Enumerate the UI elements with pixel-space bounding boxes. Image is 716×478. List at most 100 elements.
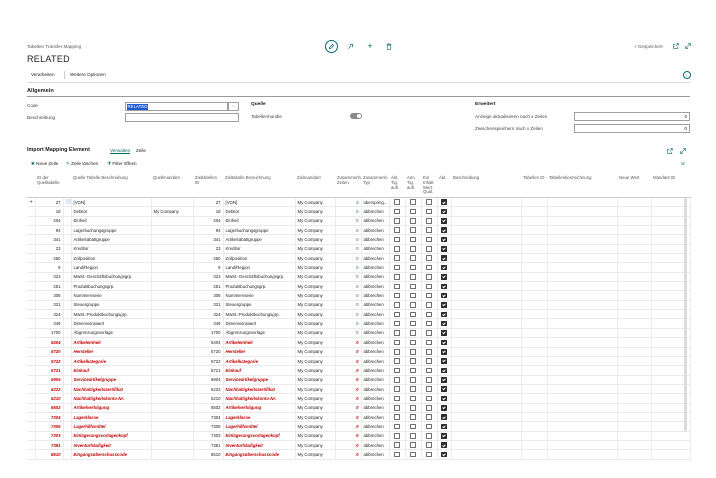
cell-target-desc[interactable]: Lagerbuchungsgruppe: [223, 225, 296, 236]
cell-target-desc[interactable]: Land/Region: [223, 262, 296, 273]
cell-new-value[interactable]: [617, 328, 652, 339]
checkbox[interactable]: [410, 227, 416, 234]
cell-new-value[interactable]: [617, 300, 652, 311]
cell-related-lines[interactable]: 0: [335, 262, 362, 273]
cell-active[interactable]: [437, 337, 452, 348]
cell-target-id[interactable]: 5721: [193, 365, 224, 376]
cell-row-menu[interactable]: [63, 309, 72, 320]
checkbox[interactable]: [394, 367, 400, 374]
checkbox[interactable]: [441, 227, 447, 234]
cell-description[interactable]: [451, 309, 522, 320]
cell-target-company[interactable]: My Company: [295, 356, 336, 367]
table-row[interactable]: 18 Debitor My Company 18 Debitor My Company 0 a…: [27, 206, 691, 217]
cell-flag-1[interactable]: [389, 318, 406, 329]
tab-weitere-optionen[interactable]: Weitere Optionen: [70, 72, 106, 77]
cell-related-lines[interactable]: 0: [335, 253, 362, 264]
cell-flag-2[interactable]: [405, 440, 422, 451]
cell-target-company[interactable]: My Company: [295, 272, 336, 283]
cell-active[interactable]: [437, 206, 452, 217]
cell-flag-2[interactable]: [405, 281, 422, 292]
col-flag-2[interactable]: Ann. Tig. aufl.: [405, 175, 421, 198]
info-icon[interactable]: i: [683, 71, 691, 79]
cell-table-desc[interactable]: [547, 356, 618, 367]
cell-related-type[interactable]: abbrechen: [361, 337, 390, 348]
cell-target-company[interactable]: My Company: [295, 225, 336, 236]
cell-flag-1[interactable]: [389, 421, 406, 432]
cell-flag-1[interactable]: [389, 300, 406, 311]
tab-zeile[interactable]: Zeile: [136, 148, 146, 153]
share-icon[interactable]: [345, 41, 355, 51]
cell-target-id[interactable]: 23: [193, 244, 224, 255]
cell-flag-1[interactable]: [389, 347, 406, 357]
cell-description[interactable]: [451, 262, 522, 273]
cell-target-id[interactable]: 7303: [193, 431, 224, 441]
cell-flag-1[interactable]: [389, 412, 406, 423]
checkbox[interactable]: [426, 339, 432, 346]
cell-flag-1[interactable]: [389, 216, 406, 227]
col-flag-1[interactable]: Akt. Tig. aufl.: [389, 175, 405, 198]
cell-flag-2[interactable]: [405, 197, 422, 208]
open-new-window-icon[interactable]: [672, 42, 680, 50]
cell-related-lines[interactable]: 0: [335, 421, 362, 432]
cell-source-desc[interactable]: Zollposition: [71, 253, 152, 264]
cell-active[interactable]: [437, 216, 452, 227]
cell-active[interactable]: [437, 440, 452, 451]
checkbox[interactable]: [426, 274, 432, 280]
cell-related-lines[interactable]: 0: [335, 431, 362, 441]
cell-new-value[interactable]: [617, 309, 652, 320]
cell-source-desc[interactable]: Artikelkategorie: [71, 356, 152, 367]
checkbox[interactable]: [441, 339, 447, 346]
table-row[interactable]: 23 Kreditor 23 Kreditor My Company 0 abbrechen: [27, 244, 691, 255]
cell-table-id[interactable]: [521, 403, 548, 413]
cell-description[interactable]: [451, 281, 522, 292]
cell-target-desc[interactable]: Artikelkategorie: [223, 356, 296, 367]
table-row[interactable]: 94 Lagerbuchungsgruppe 94 Lagerbuchungsgrup…: [27, 225, 691, 236]
cell-row-selector[interactable]: [27, 262, 36, 273]
edit-icon[interactable]: [325, 40, 338, 53]
cell-target-id[interactable]: 323: [193, 272, 224, 283]
cell-source-id[interactable]: 6502: [35, 403, 64, 413]
cell-target-id[interactable]: 7305: [193, 421, 224, 432]
cell-new-value[interactable]: [617, 421, 652, 432]
checkbox[interactable]: [394, 264, 400, 271]
cell-target-id[interactable]: 251: [193, 281, 224, 292]
cell-flag-3[interactable]: [421, 244, 438, 255]
checkbox[interactable]: [441, 386, 447, 392]
cell-target-company[interactable]: My Company: [295, 440, 336, 451]
cell-table-id[interactable]: [521, 356, 548, 367]
cell-row-menu[interactable]: [63, 300, 72, 311]
cell-source-desc[interactable]: Artikelverfolgung: [71, 403, 152, 413]
cell-active[interactable]: [437, 318, 452, 329]
cell-source-company[interactable]: [151, 421, 194, 432]
cell-flag-2[interactable]: [405, 234, 422, 245]
cell-related-lines[interactable]: 0: [335, 347, 362, 357]
cell-target-id[interactable]: 341: [193, 234, 224, 245]
cell-active[interactable]: [437, 234, 452, 245]
cell-table-id[interactable]: [521, 337, 548, 348]
cell-source-id[interactable]: 6222: [35, 384, 64, 395]
cell-row-menu[interactable]: [63, 197, 72, 208]
cell-active[interactable]: [437, 328, 452, 339]
checkbox[interactable]: [394, 414, 400, 420]
cell-new-value[interactable]: [617, 449, 652, 460]
checkbox[interactable]: [394, 227, 400, 234]
cell-new-value[interactable]: [617, 225, 652, 236]
cell-target-desc[interactable]: Kreditor: [223, 244, 296, 255]
cell-flag-2[interactable]: [405, 347, 422, 357]
checkbox[interactable]: [410, 414, 416, 420]
cell-target-desc[interactable]: Inventurhäufigkeit: [223, 440, 296, 451]
cell-flag-2[interactable]: [405, 225, 422, 236]
cell-flag-1[interactable]: [389, 262, 406, 273]
checkbox[interactable]: [410, 283, 416, 290]
cell-source-company[interactable]: [151, 328, 194, 339]
source-table-toggle[interactable]: [350, 113, 362, 119]
checkbox[interactable]: [394, 451, 400, 458]
col-related-type[interactable]: Zusammenh. Typ: [361, 175, 389, 198]
cell-target-company[interactable]: My Company: [295, 365, 336, 376]
cell-flag-3[interactable]: [421, 281, 438, 292]
checkbox[interactable]: [410, 274, 416, 280]
cell-related-lines[interactable]: 0: [335, 206, 362, 217]
cell-related-type[interactable]: abbrechen: [361, 318, 390, 329]
cell-row-menu[interactable]: [63, 337, 72, 348]
cell-target-company[interactable]: My Company: [295, 206, 336, 217]
